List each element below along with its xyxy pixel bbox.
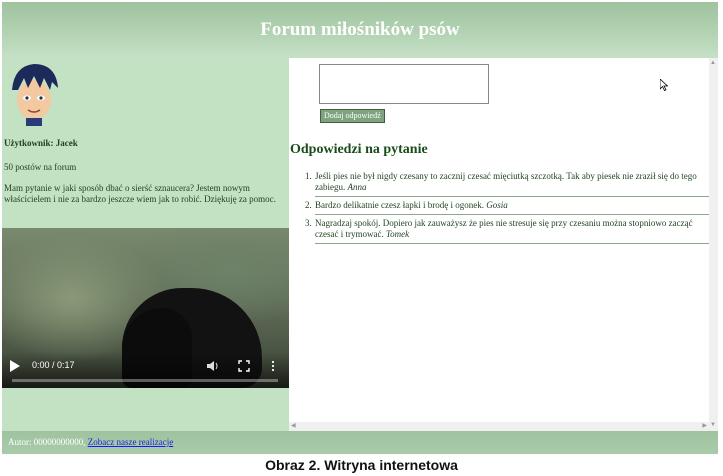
scroll-down-icon[interactable]: ▼ bbox=[710, 422, 716, 428]
portfolio-link[interactable]: Zobacz nasze realizacje bbox=[88, 437, 173, 447]
answer-author: Tomek bbox=[385, 229, 410, 239]
footer-author: Autor: 00000000000, bbox=[8, 437, 86, 447]
answer-author: Anna bbox=[347, 182, 367, 192]
answer-text: Nagradzaj spokój. Dopiero jak zauważysz … bbox=[315, 218, 693, 239]
browser-page: Forum miłośników psów Użytkownik: Jacek … bbox=[2, 2, 718, 454]
vertical-scrollbar[interactable]: ▲ ▼ bbox=[709, 58, 718, 431]
answer-number: 1. bbox=[305, 171, 312, 181]
answer-text: Bardzo delikatnie czesz łapki i brodę i … bbox=[315, 200, 484, 210]
figure-caption: Obraz 2. Witryna internetowa bbox=[265, 457, 458, 473]
answers-panel: Dodaj odpowiedź Odpowiedzi na pytanie 1.… bbox=[289, 58, 709, 431]
more-options-icon[interactable] bbox=[270, 360, 276, 372]
user-panel: Użytkownik: Jacek 50 postów na forum Mam… bbox=[2, 58, 289, 431]
mouse-cursor-icon bbox=[660, 79, 668, 91]
add-answer-button[interactable]: Dodaj odpowiedź bbox=[320, 109, 385, 123]
video-controls: 0:00 / 0:17 bbox=[2, 352, 289, 388]
play-icon[interactable] bbox=[10, 360, 20, 372]
answer-number: 2. bbox=[305, 200, 312, 210]
answer-author: Gosia bbox=[486, 200, 508, 210]
video-player[interactable]: 0:00 / 0:17 bbox=[2, 228, 289, 388]
video-time: 0:00 / 0:17 bbox=[32, 360, 75, 370]
video-progress-bar[interactable] bbox=[12, 379, 278, 382]
footer-text: Autor: 00000000000, Zobacz nasze realiza… bbox=[8, 431, 173, 454]
volume-icon[interactable] bbox=[207, 360, 219, 372]
answer-number: 3. bbox=[305, 218, 312, 228]
question-text: Mam pytanie w jaki sposób dbać o sierść … bbox=[4, 183, 276, 204]
answers-heading: Odpowiedzi na pytanie bbox=[290, 142, 428, 157]
answers-list: 1. Jeśli pies nie był nigdy czesany to za… bbox=[305, 168, 709, 244]
user-name: Użytkownik: Jacek bbox=[4, 138, 78, 148]
answer-item: 2. Bardzo delikatnie czesz łapki i brodę … bbox=[305, 197, 709, 215]
scroll-right-icon[interactable]: ▶ bbox=[702, 422, 707, 429]
answer-item: 1. Jeśli pies nie był nigdy czesany to za… bbox=[305, 168, 709, 197]
scroll-up-icon[interactable]: ▲ bbox=[710, 60, 716, 66]
fullscreen-icon[interactable] bbox=[238, 360, 250, 372]
horizontal-scrollbar[interactable]: ◀ ▶ bbox=[289, 422, 709, 431]
answer-item: 3. Nagradzaj spokój. Dopiero jak zauważys… bbox=[305, 215, 709, 244]
page-header: Forum miłośników psów bbox=[2, 2, 718, 58]
scroll-left-icon[interactable]: ◀ bbox=[291, 422, 296, 429]
page-footer: Autor: 00000000000, Zobacz nasze realiza… bbox=[2, 431, 718, 454]
answer-text: Jeśli pies nie był nigdy czesany to zacz… bbox=[315, 171, 697, 192]
page-title: Forum miłośników psów bbox=[260, 19, 460, 40]
answer-textarea[interactable] bbox=[319, 64, 489, 104]
user-avatar bbox=[12, 64, 58, 126]
post-count: 50 postów na forum bbox=[4, 162, 77, 172]
